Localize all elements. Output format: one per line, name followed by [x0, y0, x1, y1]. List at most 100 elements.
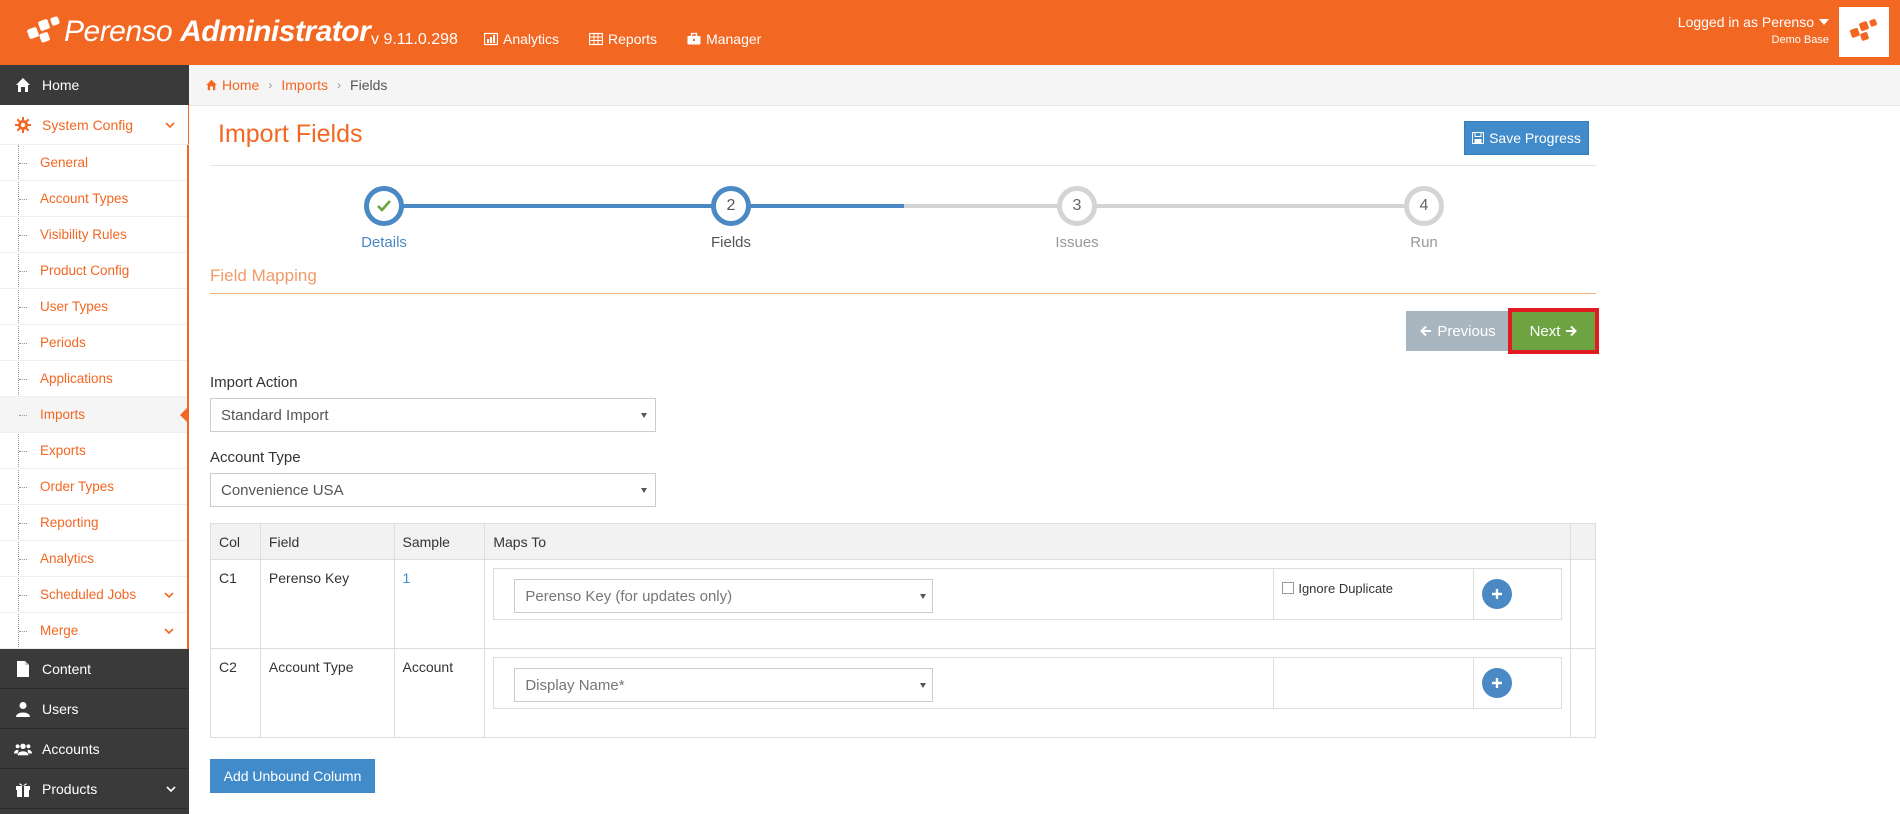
wizard-step-details[interactable]: Details [324, 186, 444, 251]
sidebar-item-label: System Config [42, 116, 134, 133]
sidebar-item-content[interactable]: Content [0, 649, 189, 689]
sidebar-item-user-types[interactable]: User Types [0, 289, 187, 325]
arrow-left-icon [1420, 325, 1432, 337]
brand[interactable]: Perenso Administrator [26, 12, 371, 52]
breadcrumb-imports[interactable]: Imports [281, 77, 328, 93]
next-button[interactable]: Next [1508, 308, 1599, 354]
sidebar-item-label: Order Types [40, 479, 115, 494]
plus-icon [1492, 589, 1503, 599]
users-group-icon [14, 743, 32, 755]
maps-to-value: Perenso Key (for updates only) [525, 587, 733, 605]
cell-col: C1 [210, 559, 261, 649]
breadcrumb-separator: › [337, 78, 342, 92]
bar-chart-icon [484, 32, 498, 46]
nav-manager[interactable]: Manager [687, 31, 761, 47]
ignore-duplicate-label: Ignore Duplicate [1298, 581, 1394, 596]
top-bar: Perenso Administrator v 9.11.0.298 Analy… [0, 0, 1900, 65]
sidebar-item-label: Visibility Rules [40, 227, 127, 242]
sidebar-item-imports[interactable]: Imports [0, 397, 187, 433]
floppy-disk-icon [1472, 132, 1485, 144]
sidebar-item-general[interactable]: General [0, 145, 187, 181]
save-progress-button[interactable]: Save Progress [1464, 121, 1589, 155]
section-title: Field Mapping [210, 266, 317, 285]
step-circle [364, 186, 404, 226]
sidebar-item-label: Accounts [42, 740, 100, 757]
breadcrumb-home[interactable]: Home [205, 77, 259, 93]
sidebar-item-label: Product Config [40, 263, 130, 278]
sidebar-item-products[interactable]: Products [0, 769, 189, 809]
sidebar-item-periods[interactable]: Periods [0, 325, 187, 361]
section-divider [210, 293, 1596, 294]
maps-to-select[interactable]: Perenso Key (for updates only) [514, 579, 934, 613]
sidebar-item-home[interactable]: Home [0, 65, 189, 105]
sidebar-item-label: Scheduled Jobs [40, 587, 137, 602]
gear-icon [15, 116, 31, 133]
nav-reports[interactable]: Reports [589, 31, 657, 47]
checkmark-icon [377, 200, 391, 212]
column-header-blank [1570, 523, 1596, 560]
column-header-col: Col [210, 523, 261, 560]
sidebar-item-label: Users [42, 700, 79, 717]
arrow-right-icon [1566, 325, 1578, 337]
ignore-duplicate-cell: Ignore Duplicate [1274, 569, 1475, 619]
document-icon [17, 660, 29, 677]
chevron-down-icon [166, 786, 176, 793]
mapping-select-cell: Perenso Key (for updates only) [494, 569, 1275, 619]
sidebar-item-merge[interactable]: Merge [0, 613, 187, 649]
sidebar-item-order-types[interactable]: Order Types [0, 469, 187, 505]
ignore-duplicate-checkbox[interactable] [1282, 582, 1295, 594]
previous-button[interactable]: Previous [1406, 311, 1510, 351]
previous-label: Previous [1437, 322, 1496, 340]
sidebar-item-users[interactable]: Users [0, 689, 189, 729]
import-action-value: Standard Import [221, 406, 329, 424]
add-mapping-button[interactable] [1482, 579, 1513, 609]
field-mapping-table: Col Field Sample Maps To C1 Perenso Key … [210, 523, 1596, 738]
wizard-step-run[interactable]: 4 Run [1364, 186, 1484, 251]
sidebar-item-analytics[interactable]: Analytics [0, 541, 187, 577]
user-login-label: Logged in as Perenso [1677, 14, 1814, 30]
sidebar-item-scheduled-jobs[interactable]: Scheduled Jobs [0, 577, 187, 613]
sidebar-item-label: Reporting [40, 515, 99, 530]
sidebar-item-product-config[interactable]: Product Config [0, 253, 187, 289]
add-mapping-button[interactable] [1482, 668, 1513, 698]
user-menu[interactable]: Logged in as Perenso Demo Base [1678, 14, 1829, 46]
maps-to-select[interactable]: Display Name* [514, 668, 934, 702]
add-unbound-column-button[interactable]: Add Unbound Column [210, 759, 375, 793]
breadcrumb: Home › Imports › Fields [189, 65, 1900, 106]
table-icon [589, 32, 604, 46]
sidebar-item-visibility-rules[interactable]: Visibility Rules [0, 217, 187, 253]
user-icon [16, 701, 30, 717]
sidebar-item-applications[interactable]: Applications [0, 361, 187, 397]
user-database-label: Demo Base [1771, 34, 1829, 46]
account-type-select[interactable]: Convenience USA [210, 473, 656, 507]
cell-sample: 1 [393, 559, 486, 649]
home-icon [206, 79, 217, 91]
import-action-label: Import Action [210, 374, 298, 391]
chevron-down-icon [164, 592, 174, 599]
breadcrumb-home-label: Home [222, 77, 260, 93]
wizard-step-issues[interactable]: 3 Issues [1017, 186, 1137, 251]
sidebar-item-accounts[interactable]: Accounts [0, 729, 189, 769]
sidebar-item-reporting[interactable]: Reporting [0, 505, 187, 541]
cell-blank [1570, 648, 1596, 738]
caret-down-icon [641, 488, 647, 493]
sidebar-item-exports[interactable]: Exports [0, 433, 187, 469]
wizard-step-fields[interactable]: 2 Fields [671, 186, 791, 251]
brand-name: Perenso [64, 15, 173, 48]
plus-icon [1492, 678, 1503, 688]
title-divider [210, 165, 1596, 166]
cell-field: Account Type [259, 648, 395, 738]
avatar[interactable] [1839, 7, 1889, 57]
mapping-select-cell: Display Name* [494, 658, 1275, 708]
caret-down-icon [641, 413, 647, 418]
nav-analytics[interactable]: Analytics [484, 31, 559, 47]
caret-down-icon [920, 594, 927, 599]
sidebar-item-account-types[interactable]: Account Types [0, 181, 187, 217]
import-action-select[interactable]: Standard Import [210, 398, 656, 432]
sample-value: 1 [402, 570, 411, 586]
column-header-maps-to: Maps To [484, 523, 1572, 560]
sidebar-item-label: Merge [40, 623, 79, 638]
wizard-steps: Details 2 Fields 3 Issues 4 Run [210, 180, 1596, 251]
add-unbound-column-label: Add Unbound Column [223, 768, 362, 784]
sidebar-item-system-config[interactable]: System Config [0, 105, 189, 145]
